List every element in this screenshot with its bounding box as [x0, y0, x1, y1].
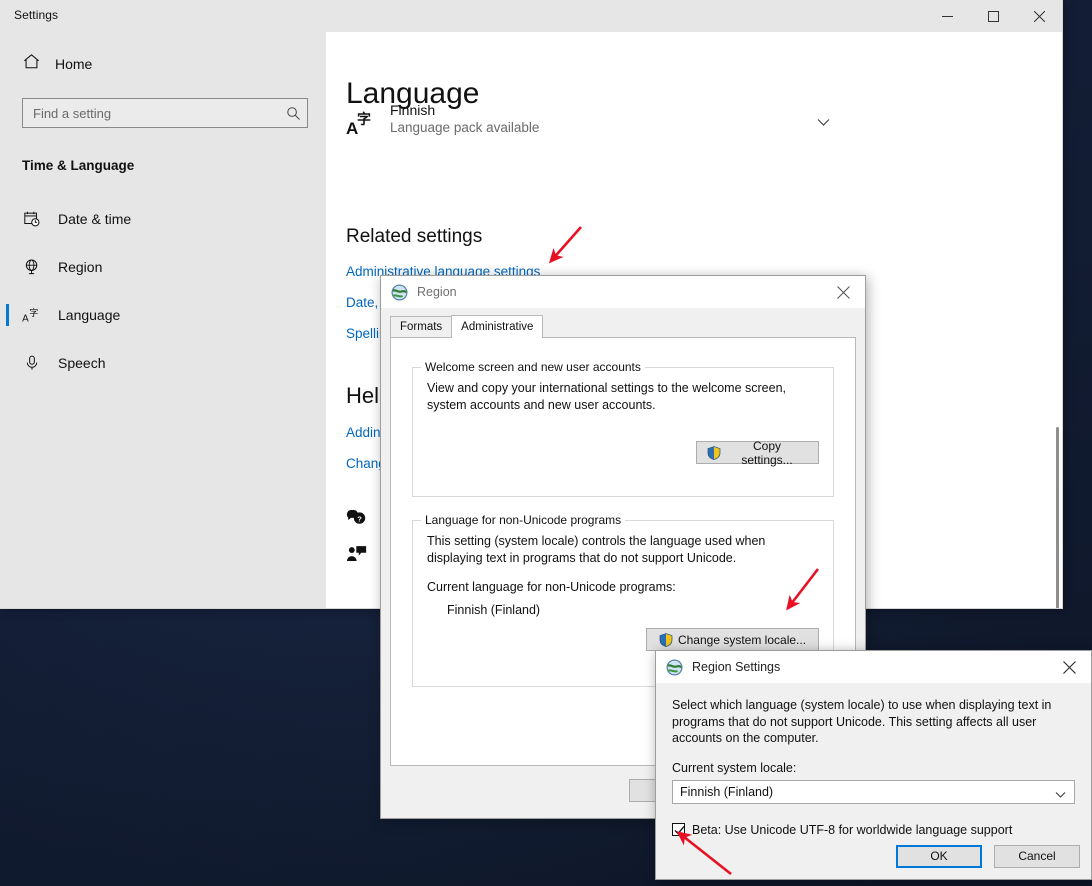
region-settings-title: Region Settings — [692, 660, 781, 674]
current-language-value: Finnish (Finland) — [447, 603, 541, 617]
region-settings-titlebar: Region Settings — [656, 651, 1091, 683]
close-icon[interactable] — [1047, 651, 1091, 683]
welcome-screen-groupbox-title: Welcome screen and new user accounts — [421, 360, 645, 374]
copy-settings-button-label: Copy settings... — [741, 438, 793, 467]
region-tabstrip: Formats Administrative — [390, 315, 865, 338]
nonunicode-groupbox-title: Language for non-Unicode programs — [421, 513, 626, 527]
sidebar-item-date-time[interactable]: Date & time — [0, 195, 326, 243]
calendar-clock-icon — [22, 210, 42, 228]
tab-formats[interactable]: Formats — [390, 316, 453, 337]
region-settings-description: Select which language (system locale) to… — [672, 698, 1052, 745]
region-dialog-title: Region — [417, 285, 457, 299]
ok-button[interactable]: OK — [896, 844, 982, 868]
current-language-label: Current language for non-Unicode program… — [427, 580, 676, 594]
sidebar-home-label: Home — [55, 56, 93, 72]
beta-utf8-checkbox-row[interactable]: Beta: Use Unicode UTF-8 for worldwide la… — [672, 823, 1075, 837]
region-dialog-titlebar: Region — [381, 276, 865, 308]
sidebar-item-label: Language — [58, 307, 121, 323]
main-scrollbar[interactable] — [1056, 427, 1059, 608]
tab-administrative[interactable]: Administrative — [451, 315, 544, 338]
settings-window-title: Settings — [14, 8, 59, 22]
sidebar-item-region[interactable]: Region — [0, 243, 326, 291]
preferred-language-row[interactable]: A 字 Finnish Language pack available — [346, 102, 830, 142]
svg-text:?: ? — [357, 514, 362, 523]
svg-text:字: 字 — [357, 111, 371, 128]
region-settings-dialog: Region Settings Select which language (s… — [655, 650, 1092, 880]
welcome-screen-description: View and copy your international setting… — [427, 381, 786, 412]
sidebar-item-label: Speech — [58, 355, 106, 371]
sidebar-item-label: Region — [58, 259, 103, 275]
welcome-screen-groupbox: Welcome screen and new user accounts Vie… — [412, 360, 834, 497]
system-locale-combobox[interactable]: Finnish (Finland) — [672, 779, 1075, 804]
search-input[interactable] — [23, 99, 307, 127]
search-wrap — [22, 98, 308, 128]
sidebar-section-heading: Time & Language — [22, 158, 135, 173]
chevron-down-icon[interactable] — [1055, 786, 1066, 804]
settings-titlebar: Settings — [0, 0, 1062, 32]
chevron-down-icon[interactable] — [817, 114, 830, 132]
sidebar-item-language[interactable]: A 字 Language — [0, 291, 326, 339]
language-a-glyph-icon: A 字 — [22, 306, 42, 324]
system-locale-value: Finnish (Finland) — [680, 784, 774, 799]
window-controls — [924, 0, 1062, 32]
microphone-icon — [22, 354, 42, 372]
uac-shield-icon — [707, 445, 721, 460]
svg-text:字: 字 — [29, 307, 38, 319]
sidebar-item-label: Date & time — [58, 211, 132, 227]
region-globe-icon — [391, 284, 408, 301]
sidebar-nav-list: Date & time Region A 字 Language Speech — [0, 195, 326, 387]
search-box[interactable] — [22, 98, 308, 128]
current-system-locale-label: Current system locale: — [672, 760, 797, 775]
home-icon — [22, 52, 41, 76]
close-button[interactable] — [1016, 0, 1062, 32]
preferred-language-status: Language pack available — [390, 119, 540, 135]
region-settings-body: Select which language (system locale) to… — [656, 683, 1091, 837]
nonunicode-description: This setting (system locale) controls th… — [427, 534, 766, 565]
svg-text:A: A — [22, 313, 29, 324]
preferred-language-name: Finnish — [390, 101, 436, 118]
maximize-button[interactable] — [970, 0, 1016, 32]
beta-utf8-checkbox[interactable] — [672, 823, 685, 836]
related-settings-heading: Related settings — [346, 225, 483, 247]
change-system-locale-button-label: Change system locale... — [677, 632, 807, 647]
region-settings-buttons: OK Cancel — [656, 837, 1091, 885]
language-a-glyph-icon: A 字 — [346, 108, 376, 142]
region-globe-icon — [666, 659, 683, 676]
beta-utf8-checkbox-label: Beta: Use Unicode UTF-8 for worldwide la… — [692, 822, 1013, 837]
close-icon[interactable] — [821, 276, 865, 308]
copy-settings-button[interactable]: Copy settings... — [696, 438, 819, 467]
change-system-locale-button[interactable]: Change system locale... — [646, 628, 819, 651]
preferred-language-texts: Finnish Language pack available — [390, 102, 539, 137]
sidebar-item-home[interactable]: Home — [0, 44, 326, 84]
globe-icon — [22, 258, 42, 276]
search-icon[interactable] — [286, 99, 301, 127]
cancel-button[interactable]: Cancel — [994, 844, 1080, 868]
uac-shield-icon — [659, 632, 673, 647]
sidebar-item-speech[interactable]: Speech — [0, 339, 326, 387]
minimize-button[interactable] — [924, 0, 970, 32]
settings-sidebar: Home Time & Language — [0, 32, 326, 608]
